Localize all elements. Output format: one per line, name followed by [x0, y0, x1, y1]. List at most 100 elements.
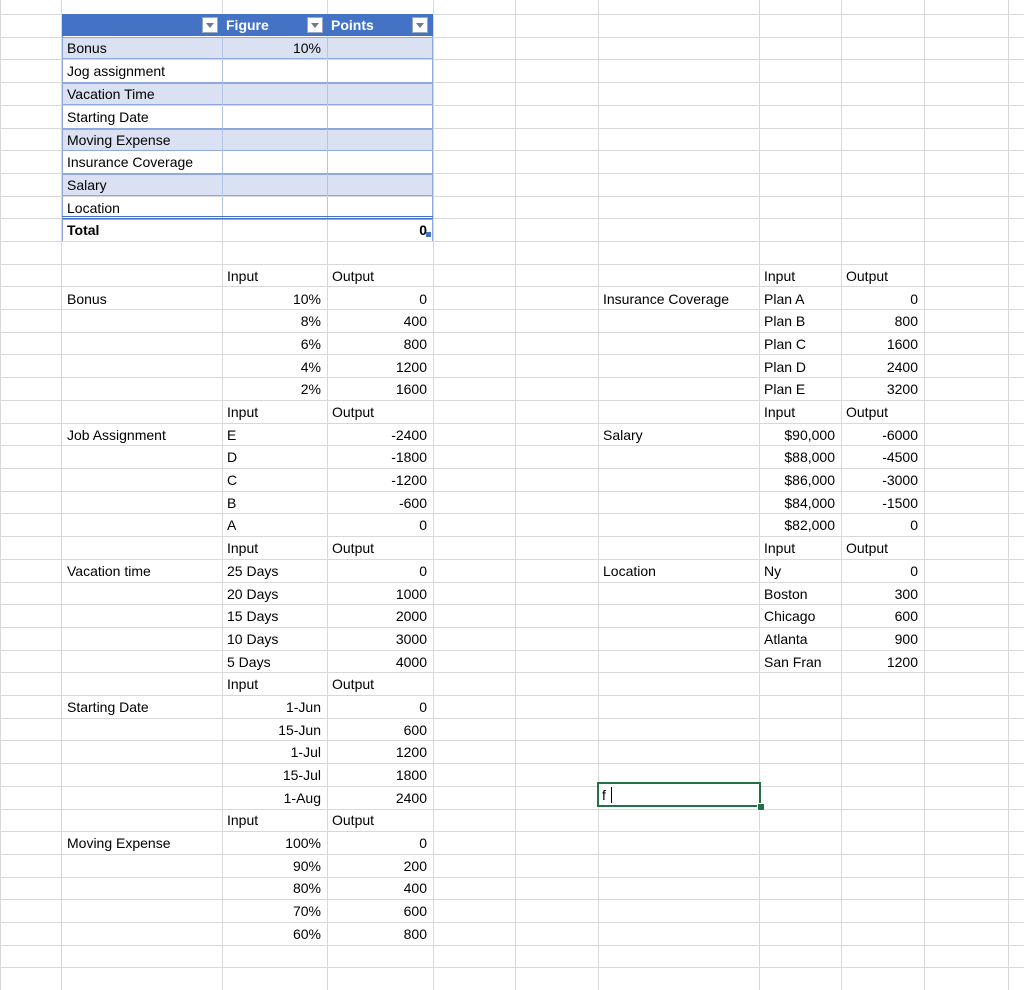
lookup-input-cell[interactable]: 100%: [222, 832, 327, 854]
lookup-output-cell[interactable]: 2400: [841, 356, 924, 378]
lookup-input-cell[interactable]: 6%: [222, 333, 327, 355]
lookup-name[interactable]: Moving Expense: [62, 832, 222, 854]
lookup-input-cell[interactable]: 5 Days: [222, 651, 327, 673]
lookup-output-cell[interactable]: -4500: [841, 446, 924, 468]
lookup-input-cell[interactable]: Plan D: [759, 356, 841, 378]
filter-dropdown-icon[interactable]: [307, 17, 323, 33]
lookup-output-cell[interactable]: 2000: [327, 605, 433, 627]
lookup-input-cell[interactable]: D: [222, 446, 327, 468]
lookup-name[interactable]: Bonus: [62, 288, 222, 310]
output-header[interactable]: Output: [327, 673, 433, 695]
lookup-input-cell[interactable]: Plan C: [759, 333, 841, 355]
total-points-cell[interactable]: 0: [327, 219, 433, 241]
lookup-input-cell[interactable]: Plan A: [759, 288, 841, 310]
lookup-output-cell[interactable]: 0: [327, 288, 433, 310]
autofill-handle-icon[interactable]: [426, 232, 431, 237]
input-header[interactable]: Input: [222, 537, 327, 559]
total-label[interactable]: Total: [62, 219, 222, 241]
lookup-input-cell[interactable]: 1-Jul: [222, 741, 327, 763]
lookup-output-cell[interactable]: 1800: [327, 764, 433, 786]
output-header[interactable]: Output: [327, 265, 433, 287]
lookup-input-cell[interactable]: A: [222, 514, 327, 536]
lookup-input-cell[interactable]: 8%: [222, 310, 327, 332]
lookup-output-cell[interactable]: 1200: [841, 651, 924, 673]
lookup-output-cell[interactable]: 3000: [327, 628, 433, 650]
lookup-input-cell[interactable]: 2%: [222, 378, 327, 400]
lookup-input-cell[interactable]: $88,000: [759, 446, 841, 468]
lookup-output-cell[interactable]: 0: [327, 514, 433, 536]
output-header[interactable]: Output: [327, 809, 433, 831]
lookup-output-cell[interactable]: 1200: [327, 741, 433, 763]
lookup-input-cell[interactable]: 4%: [222, 356, 327, 378]
lookup-name[interactable]: Location: [598, 560, 758, 582]
lookup-name[interactable]: Job Assignment: [62, 424, 222, 446]
lookup-output-cell[interactable]: -600: [327, 492, 433, 514]
lookup-output-cell[interactable]: 0: [327, 696, 433, 718]
lookup-output-cell[interactable]: 0: [327, 832, 433, 854]
lookup-output-cell[interactable]: 300: [841, 583, 924, 605]
lookup-output-cell[interactable]: -1500: [841, 492, 924, 514]
filter-dropdown-icon[interactable]: [202, 17, 218, 33]
lookup-input-cell[interactable]: B: [222, 492, 327, 514]
lookup-input-cell[interactable]: 90%: [222, 855, 327, 877]
lookup-input-cell[interactable]: 60%: [222, 923, 327, 945]
input-header[interactable]: Input: [759, 401, 841, 423]
header-points[interactable]: Points: [331, 14, 374, 36]
lookup-output-cell[interactable]: 3200: [841, 378, 924, 400]
lookup-output-cell[interactable]: 1600: [327, 378, 433, 400]
lookup-output-cell[interactable]: 2400: [327, 787, 433, 809]
input-header[interactable]: Input: [222, 401, 327, 423]
output-header[interactable]: Output: [841, 537, 924, 559]
lookup-input-cell[interactable]: Atlanta: [759, 628, 841, 650]
lookup-output-cell[interactable]: 600: [327, 719, 433, 741]
lookup-input-cell[interactable]: E: [222, 424, 327, 446]
lookup-input-cell[interactable]: 10 Days: [222, 628, 327, 650]
lookup-name[interactable]: Salary: [598, 424, 758, 446]
lookup-input-cell[interactable]: Chicago: [759, 605, 841, 627]
lookup-output-cell[interactable]: 0: [327, 560, 433, 582]
lookup-output-cell[interactable]: 1000: [327, 583, 433, 605]
lookup-output-cell[interactable]: 600: [327, 900, 433, 922]
lookup-output-cell[interactable]: 4000: [327, 651, 433, 673]
lookup-name[interactable]: Insurance Coverage: [598, 288, 758, 310]
lookup-output-cell[interactable]: 400: [327, 877, 433, 899]
lookup-input-cell[interactable]: $82,000: [759, 514, 841, 536]
lookup-name[interactable]: Vacation time: [62, 560, 222, 582]
input-header[interactable]: Input: [222, 673, 327, 695]
lookup-input-cell[interactable]: San Fran: [759, 651, 841, 673]
lookup-output-cell[interactable]: 0: [841, 560, 924, 582]
lookup-input-cell[interactable]: 1-Jun: [222, 696, 327, 718]
fill-handle[interactable]: [757, 803, 765, 811]
output-header[interactable]: Output: [327, 537, 433, 559]
lookup-input-cell[interactable]: 1-Aug: [222, 787, 327, 809]
lookup-output-cell[interactable]: 1600: [841, 333, 924, 355]
lookup-output-cell[interactable]: -3000: [841, 469, 924, 491]
lookup-input-cell[interactable]: $90,000: [759, 424, 841, 446]
lookup-output-cell[interactable]: -1800: [327, 446, 433, 468]
lookup-name[interactable]: Starting Date: [62, 696, 222, 718]
lookup-input-cell[interactable]: 25 Days: [222, 560, 327, 582]
active-cell[interactable]: f: [597, 782, 761, 807]
lookup-input-cell[interactable]: 70%: [222, 900, 327, 922]
lookup-output-cell[interactable]: 400: [327, 310, 433, 332]
filter-dropdown-icon[interactable]: [412, 17, 428, 33]
lookup-input-cell[interactable]: $84,000: [759, 492, 841, 514]
lookup-input-cell[interactable]: C: [222, 469, 327, 491]
lookup-output-cell[interactable]: 0: [841, 514, 924, 536]
lookup-output-cell[interactable]: 800: [841, 310, 924, 332]
lookup-output-cell[interactable]: 800: [327, 333, 433, 355]
lookup-output-cell[interactable]: 1200: [327, 356, 433, 378]
lookup-input-cell[interactable]: Plan E: [759, 378, 841, 400]
lookup-input-cell[interactable]: 15 Days: [222, 605, 327, 627]
output-header[interactable]: Output: [327, 401, 433, 423]
header-figure[interactable]: Figure: [226, 14, 269, 36]
lookup-input-cell[interactable]: Boston: [759, 583, 841, 605]
lookup-output-cell[interactable]: -6000: [841, 424, 924, 446]
lookup-output-cell[interactable]: -1200: [327, 469, 433, 491]
input-header[interactable]: Input: [759, 537, 841, 559]
lookup-output-cell[interactable]: -2400: [327, 424, 433, 446]
lookup-output-cell[interactable]: 200: [327, 855, 433, 877]
output-header[interactable]: Output: [841, 265, 924, 287]
input-header[interactable]: Input: [759, 265, 841, 287]
lookup-input-cell[interactable]: Plan B: [759, 310, 841, 332]
